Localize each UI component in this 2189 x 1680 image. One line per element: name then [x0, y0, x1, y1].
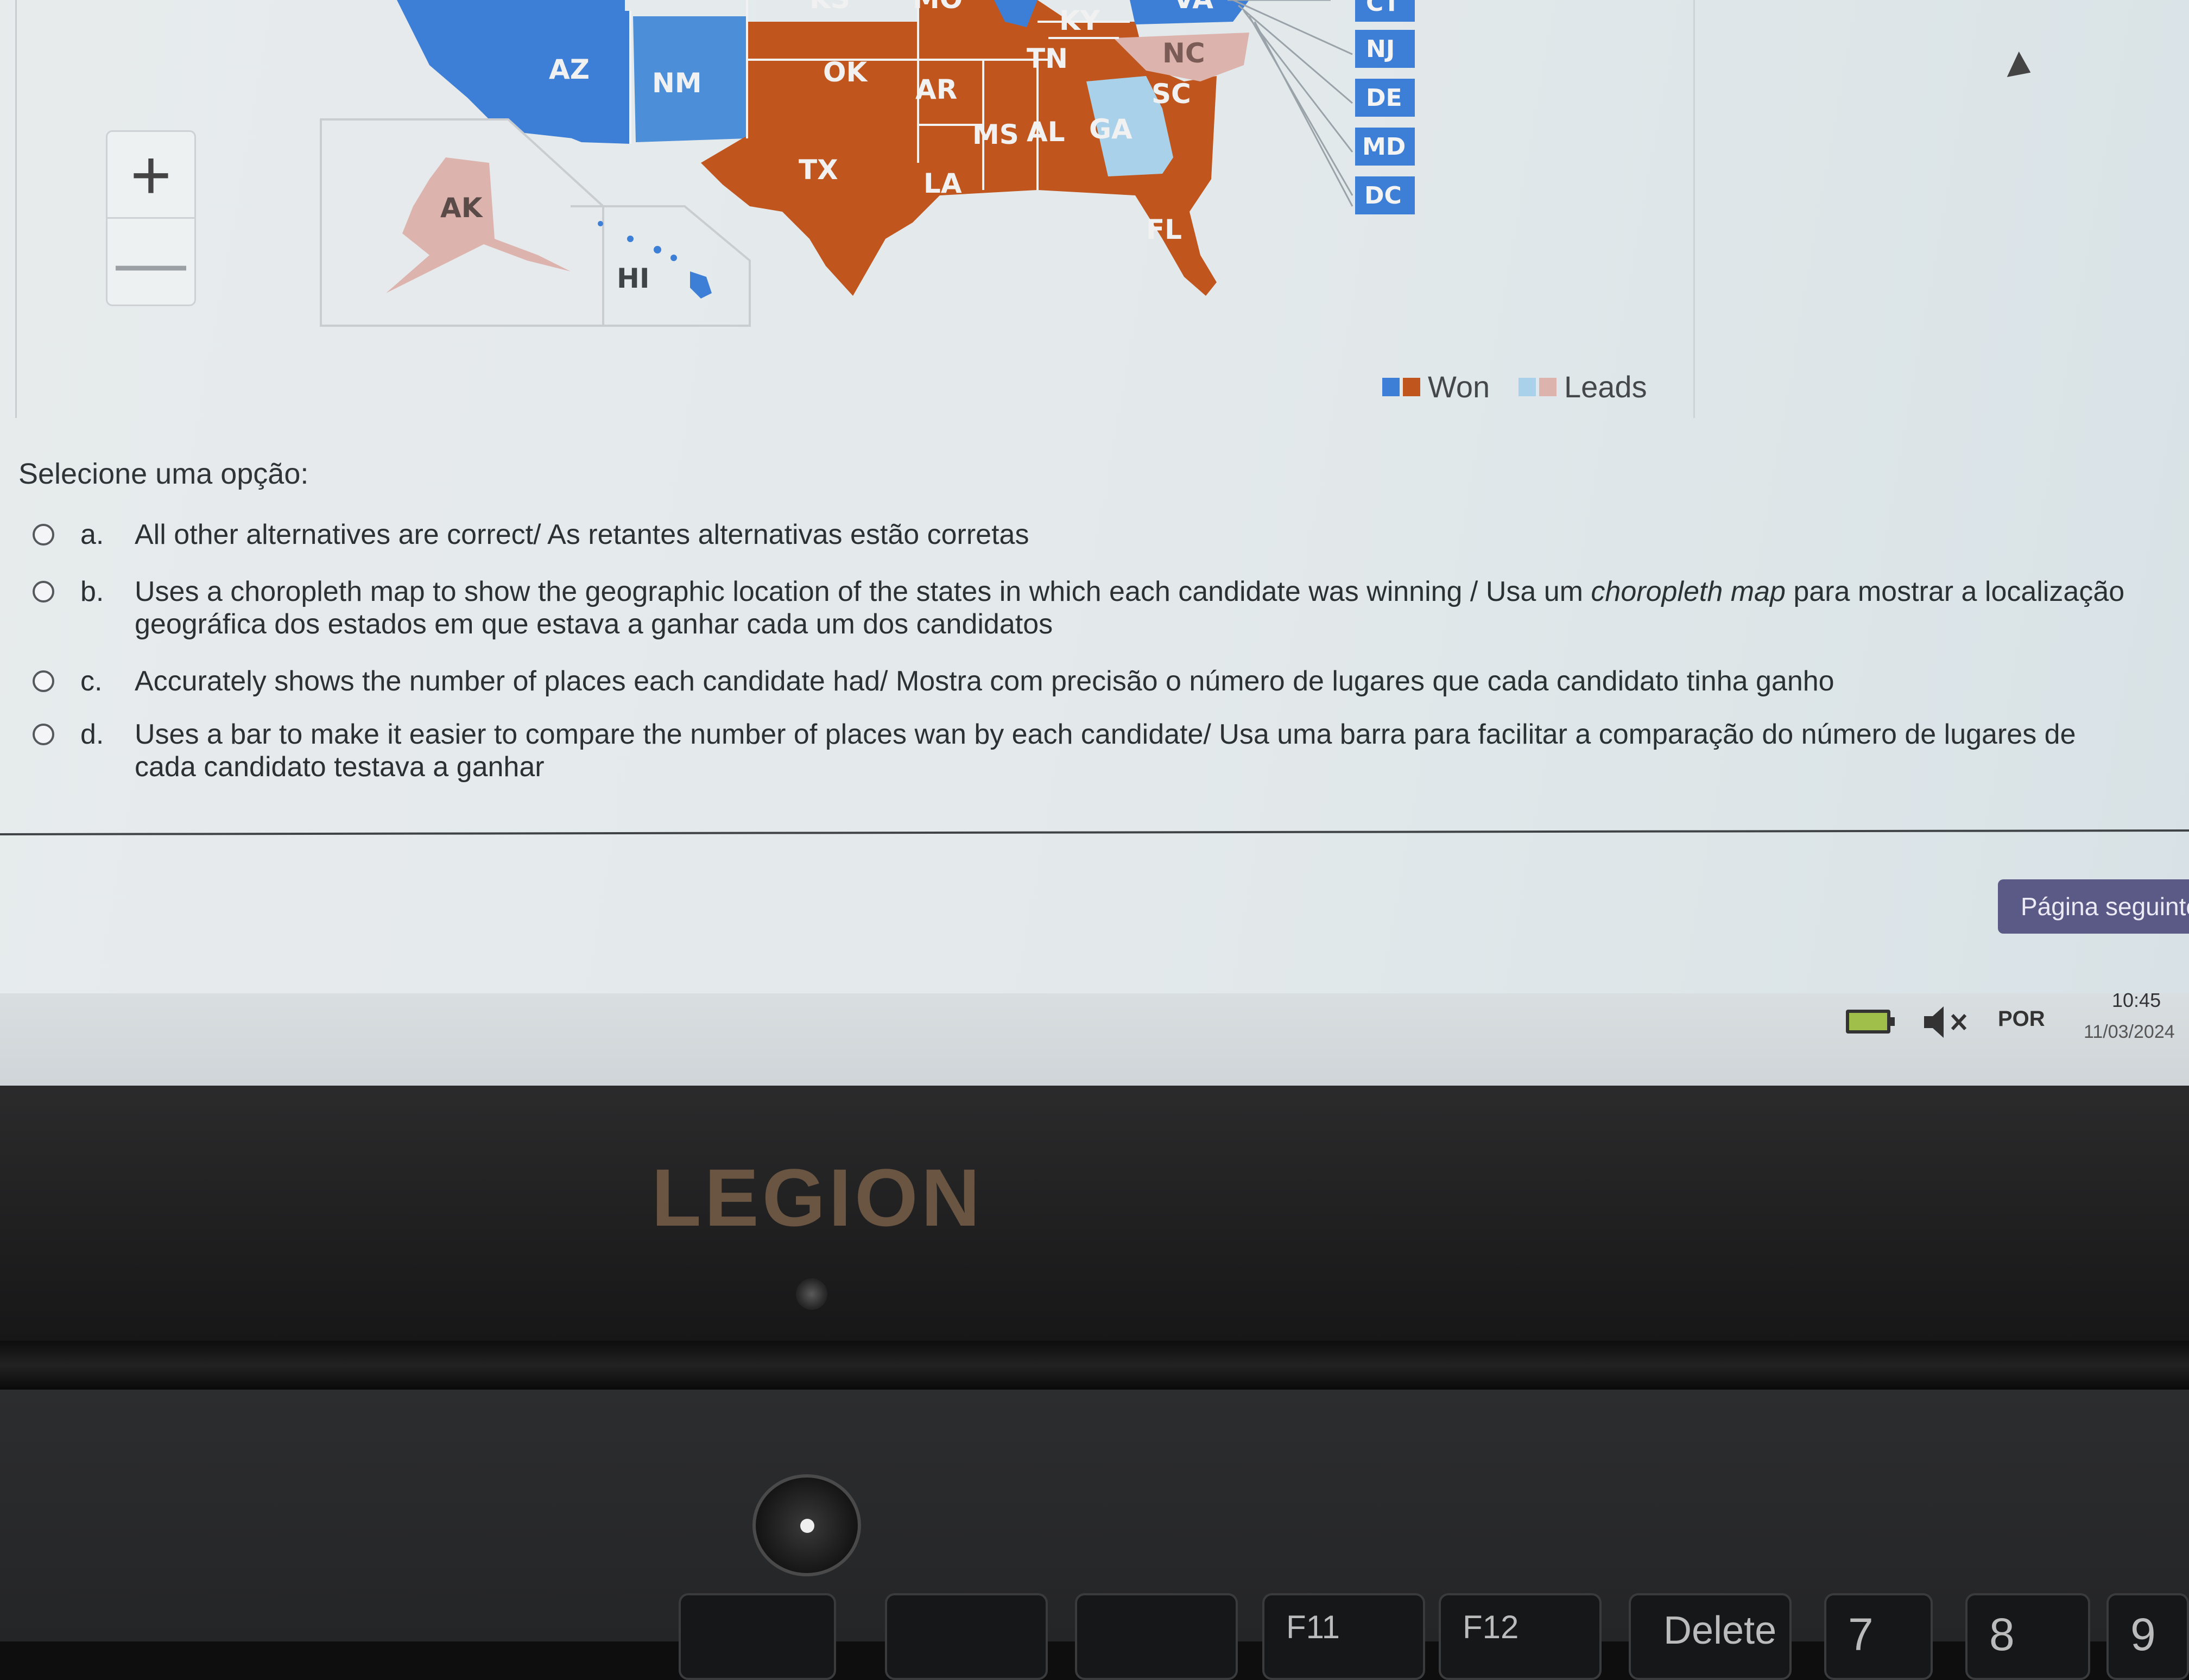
clock-date[interactable]: 11/03/2024 [2084, 1022, 2175, 1043]
legend-swatch-dem-leads [1519, 377, 1536, 396]
state-label-tx: TX [799, 154, 838, 186]
legend-won: Won [1382, 369, 1490, 404]
radio-a[interactable] [33, 524, 54, 546]
section-divider [0, 829, 2189, 835]
option-text-part: Uses a choropleth map to show the geogra… [135, 576, 1591, 607]
map-panel: CT NJ DE MD DC KS MO KY VA AZ NM OK AR T… [15, 0, 1695, 418]
zoom-out-icon: — [116, 222, 186, 301]
state-label-la: LA [923, 168, 962, 199]
radio-b[interactable] [33, 581, 54, 603]
laptop-bezel [0, 1086, 2189, 1379]
zoom-in-icon: + [130, 135, 172, 214]
option-letter: a. [80, 519, 104, 550]
webcam-icon [796, 1278, 827, 1310]
state-label-nc: NC [1162, 37, 1205, 69]
key-blank[interactable] [885, 1593, 1048, 1680]
state-label-nj: NJ [1366, 35, 1395, 63]
legend-swatch-rep-won [1403, 377, 1420, 396]
state-label-az: AZ [549, 54, 590, 85]
state-label-hi: HI [617, 263, 649, 294]
mouse-cursor-icon [2007, 51, 2037, 86]
option-text: All other alternatives are correct/ As r… [135, 519, 1029, 550]
radio-c[interactable] [33, 670, 54, 692]
us-election-map[interactable]: CT NJ DE MD DC KS MO KY VA AZ NM OK AR T… [17, 0, 1700, 423]
question-prompt: Selecione uma opção: [18, 458, 309, 490]
language-indicator[interactable]: POR [1998, 1007, 2045, 1031]
state-label-al: AL [1027, 116, 1065, 148]
state-label-va: VA [1173, 0, 1213, 15]
state-label-sc: SC [1152, 78, 1191, 110]
state-label-mo: MO [913, 0, 963, 15]
legend-swatch-dem-won [1382, 377, 1400, 396]
option-text: Uses a choropleth map to show the geogra… [135, 575, 2133, 641]
volume-muted-icon[interactable] [1919, 1003, 1978, 1041]
screen: CT NJ DE MD DC KS MO KY VA AZ NM OK AR T… [0, 0, 2189, 1086]
power-button[interactable] [752, 1474, 861, 1576]
key-9[interactable]: 9 [2106, 1593, 2189, 1680]
key-delete[interactable]: Delete [1629, 1593, 1792, 1680]
key-blank[interactable] [1075, 1593, 1238, 1680]
option-letter: c. [80, 665, 103, 697]
state-label-ok: OK [823, 56, 869, 88]
laptop-hinge [0, 1341, 2189, 1390]
option-text-emphasis: choropleth map [1591, 576, 1786, 607]
legend-leads-label: Leads [1564, 370, 1647, 404]
state-label-ar: AR [915, 74, 957, 105]
next-page-button[interactable]: Página seguinte [1998, 879, 2189, 934]
battery-icon[interactable] [1846, 1010, 1895, 1034]
clock-time[interactable]: 10:45 [2112, 989, 2161, 1012]
state-label-ga: GA [1089, 113, 1133, 145]
taskbar [0, 993, 2189, 1086]
state-label-ms: MS [972, 119, 1019, 150]
legend-leads: Leads [1519, 369, 1647, 404]
option-text: Accurately shows the number of places ea… [135, 665, 1834, 697]
state-label-tn: TN [1027, 43, 1068, 74]
state-label-ak: AK [440, 192, 484, 224]
state-label-ks: KS [809, 0, 850, 15]
state-shape-hi [690, 271, 712, 299]
laptop-brand-logo: LEGION [651, 1152, 984, 1243]
legend-swatch-rep-leads [1539, 377, 1557, 396]
key-f12[interactable]: F12 [1439, 1593, 1602, 1680]
state-label-dc: DC [1364, 182, 1402, 210]
radio-d[interactable] [33, 724, 54, 745]
zoom-out-button[interactable]: — [106, 217, 196, 306]
option-letter: b. [80, 576, 104, 607]
state-label-nm: NM [652, 67, 702, 99]
state-label-ct: CT [1366, 0, 1400, 17]
key-8[interactable]: 8 [1965, 1593, 2090, 1680]
leader-lines [1228, 0, 1353, 207]
key-7[interactable]: 7 [1824, 1593, 1933, 1680]
option-letter: d. [80, 719, 104, 750]
key-f11[interactable]: F11 [1262, 1593, 1425, 1680]
option-text: Uses a bar to make it easier to compare … [135, 719, 2076, 783]
zoom-in-button[interactable]: + [106, 130, 196, 219]
state-label-fl: FL [1146, 214, 1182, 245]
legend-won-label: Won [1428, 370, 1490, 404]
state-label-ky: KY [1059, 5, 1100, 36]
state-label-md: MD [1362, 133, 1406, 161]
key-blank[interactable] [679, 1593, 836, 1680]
state-label-de: DE [1366, 84, 1402, 112]
